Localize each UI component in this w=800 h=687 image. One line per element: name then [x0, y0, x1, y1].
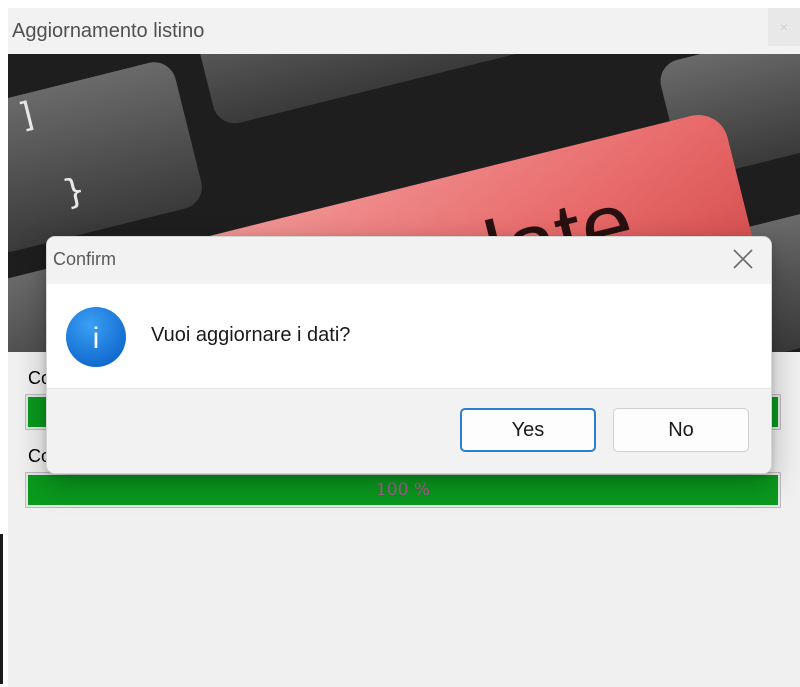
dialog-footer: Yes No	[47, 388, 771, 473]
dialog-title: Confirm	[53, 249, 117, 269]
dialog-titlebar: Confirm	[47, 237, 771, 284]
info-icon: i	[66, 307, 126, 367]
no-button[interactable]: No	[613, 408, 749, 452]
confirm-dialog: Confirm i Vuoi aggiornare i dati? Yes No	[46, 236, 772, 474]
dialog-message: Vuoi aggiornare i dati?	[151, 324, 351, 346]
dialog-close-button[interactable]	[729, 245, 757, 273]
progress-text-2: 100 %	[375, 480, 430, 500]
main-window-title: Aggiornamento listino	[12, 20, 205, 42]
main-close-button[interactable]: ×	[768, 8, 800, 46]
close-icon	[733, 249, 753, 269]
dialog-body: i Vuoi aggiornare i dati?	[47, 284, 771, 388]
yes-button[interactable]: Yes	[460, 408, 596, 452]
window-edge	[0, 534, 3, 684]
main-titlebar: Aggiornamento listino ×	[8, 8, 800, 54]
progress-bar-2: 100 %	[25, 472, 781, 508]
info-icon-glyph: i	[93, 322, 100, 355]
